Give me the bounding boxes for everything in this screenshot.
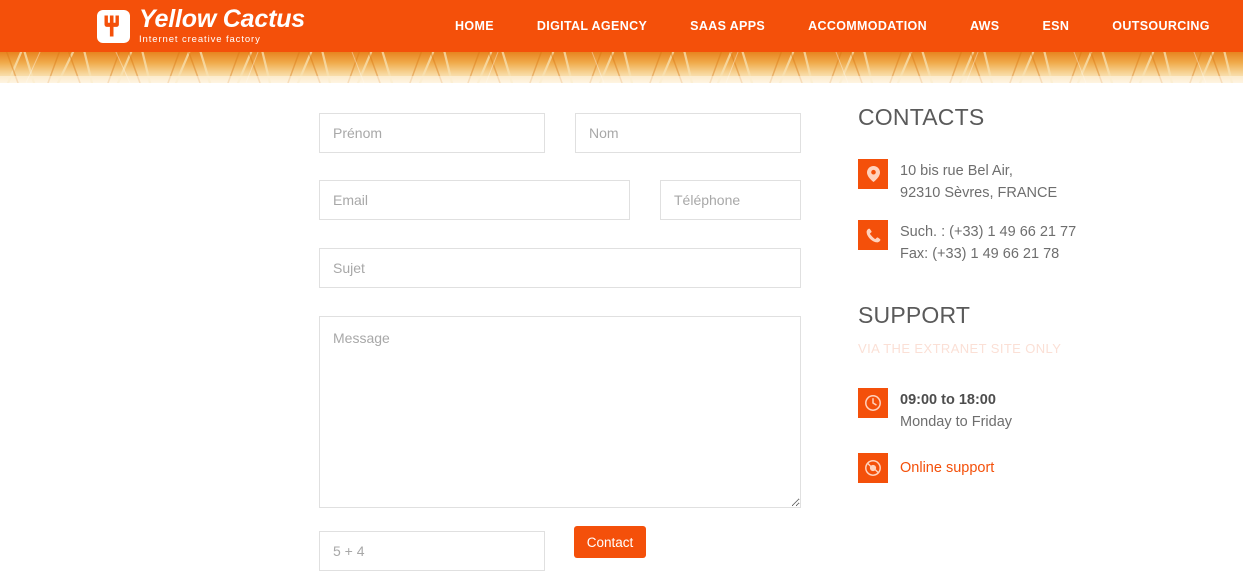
- support-subtitle: VIA THE EXTRANET SITE ONLY: [858, 341, 1062, 356]
- phone-lines: Such. : (+33) 1 49 66 21 77 Fax: (+33) 1…: [900, 220, 1076, 265]
- brand-name: Yellow Cactus: [139, 4, 305, 33]
- support-hours-time: 09:00 to 18:00: [900, 392, 996, 408]
- nav-item-aws[interactable]: AWS: [970, 19, 1000, 33]
- last-name-input[interactable]: [575, 113, 801, 153]
- phone-line-2: Fax: (+33) 1 49 66 21 78: [900, 246, 1060, 262]
- online-support-row[interactable]: Online support: [858, 453, 994, 483]
- phone-input[interactable]: [660, 180, 801, 220]
- page-content: Contact CONTACTS 10 bis rue Bel Air, 923…: [0, 83, 1243, 576]
- brand-logo[interactable]: Yellow Cactus Internet creative factory: [97, 5, 305, 47]
- online-support-link[interactable]: Online support: [900, 457, 994, 479]
- contact-submit-button[interactable]: Contact: [574, 526, 646, 558]
- first-name-input[interactable]: [319, 113, 545, 153]
- site-header: Yellow Cactus Internet creative factory …: [0, 0, 1243, 52]
- captcha-input[interactable]: [319, 531, 545, 571]
- cactus-icon: [97, 9, 130, 43]
- support-hours-row: 09:00 to 18:00 Monday to Friday: [858, 388, 1012, 433]
- contacts-heading: CONTACTS: [858, 104, 985, 130]
- address-line-2: 92310 Sèvres, FRANCE: [900, 185, 1058, 201]
- nav-item-outsourcing[interactable]: OUTSOURCING: [1112, 19, 1210, 33]
- map-pin-icon: [858, 159, 888, 189]
- address-row: 10 bis rue Bel Air, 92310 Sèvres, FRANCE: [858, 159, 1057, 204]
- support-globe-icon: [858, 453, 888, 483]
- support-hours-lines: 09:00 to 18:00 Monday to Friday: [900, 388, 1012, 433]
- nav-item-accommodation[interactable]: ACCOMMODATION: [808, 19, 927, 33]
- phone-icon: [858, 220, 888, 250]
- subject-input[interactable]: [319, 248, 801, 288]
- online-support-lines: Online support: [900, 453, 994, 479]
- address-line-1: 10 bis rue Bel Air,: [900, 163, 1013, 179]
- nav-item-saas-apps[interactable]: SAAS APPS: [690, 19, 765, 33]
- hero-banner-image: [0, 52, 1243, 83]
- main-nav: HOME DIGITAL AGENCY SAAS APPS ACCOMMODAT…: [455, 0, 1210, 52]
- brand-tagline: Internet creative factory: [139, 33, 261, 45]
- nav-item-esn[interactable]: ESN: [1043, 19, 1070, 33]
- support-hours-days: Monday to Friday: [900, 414, 1013, 430]
- phone-line-1: Such. : (+33) 1 49 66 21 77: [900, 224, 1077, 240]
- nav-item-home[interactable]: HOME: [455, 19, 494, 33]
- support-heading: SUPPORT: [858, 302, 971, 328]
- message-textarea[interactable]: [319, 316, 801, 508]
- nav-item-digital-agency[interactable]: DIGITAL AGENCY: [537, 19, 647, 33]
- address-lines: 10 bis rue Bel Air, 92310 Sèvres, FRANCE: [900, 159, 1057, 204]
- email-input[interactable]: [319, 180, 630, 220]
- clock-icon: [858, 388, 888, 418]
- phone-row: Such. : (+33) 1 49 66 21 77 Fax: (+33) 1…: [858, 220, 1076, 265]
- brand-text: Yellow Cactus Internet creative factory: [139, 4, 305, 46]
